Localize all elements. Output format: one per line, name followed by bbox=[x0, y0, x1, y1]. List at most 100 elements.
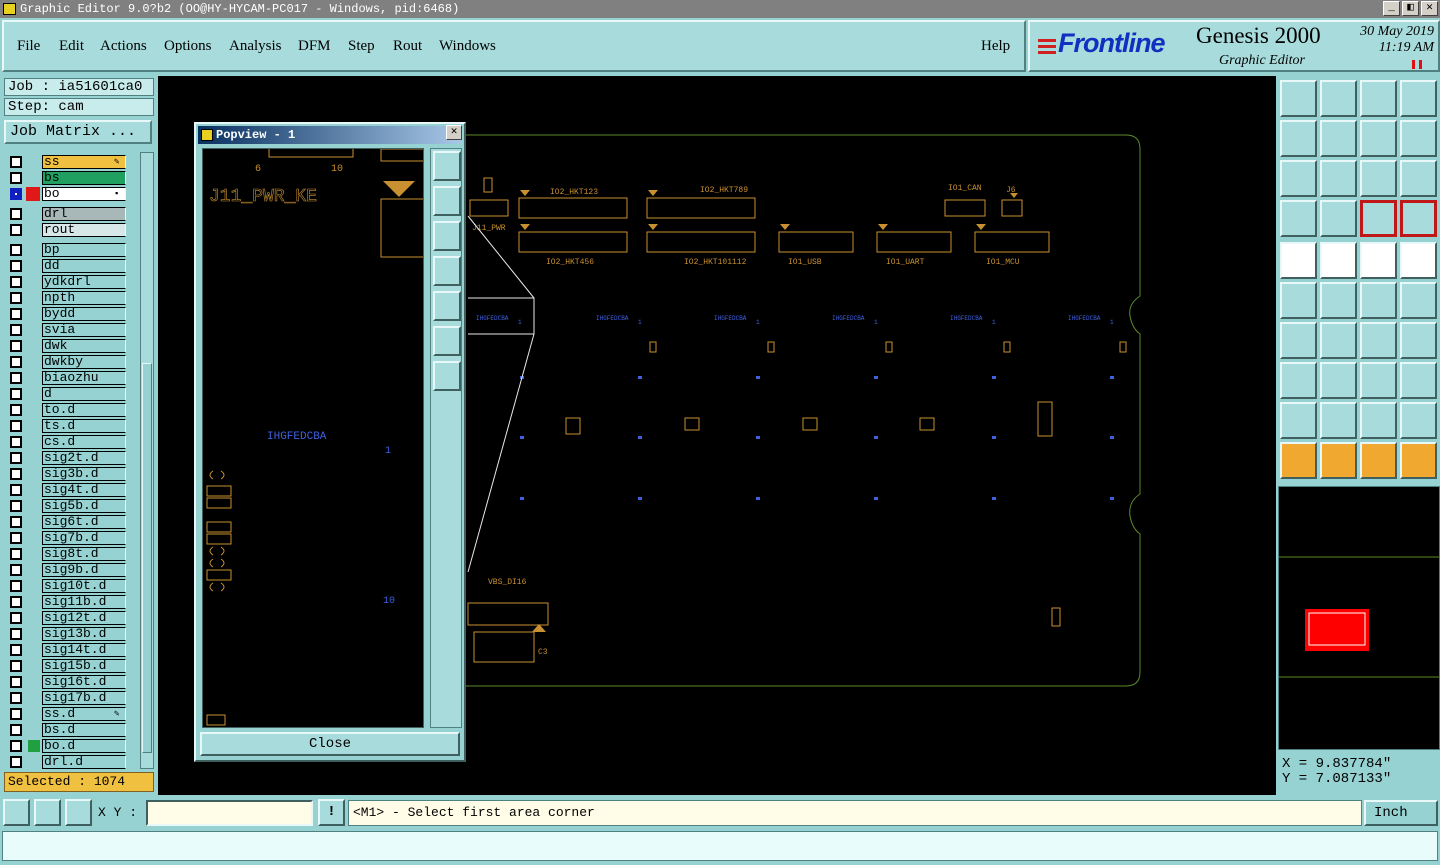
layer-row[interactable]: ss.d ✎ bbox=[6, 706, 127, 722]
layer-row[interactable]: biaozhu bbox=[6, 370, 127, 386]
layer-row[interactable]: sig8t.d bbox=[6, 546, 127, 562]
layer-row[interactable]: sig3b.d bbox=[6, 466, 127, 482]
overview-map[interactable] bbox=[1278, 486, 1440, 750]
snap-icon[interactable] bbox=[3, 799, 30, 826]
split-view-icon[interactable] bbox=[1400, 80, 1437, 117]
popview-pan-up-icon[interactable] bbox=[433, 186, 461, 216]
layer-row[interactable]: to.d bbox=[6, 402, 127, 418]
layer-row[interactable]: bo ▪ bbox=[6, 186, 127, 202]
popview-zoom-out-icon[interactable] bbox=[433, 326, 461, 356]
layer-label[interactable]: sig12t.d bbox=[42, 611, 126, 625]
menu-analysis[interactable]: Analysis bbox=[229, 38, 282, 55]
layer-label[interactable]: sig9b.d bbox=[42, 563, 126, 577]
layer-checkbox[interactable] bbox=[10, 356, 22, 368]
pan-left-icon[interactable] bbox=[1280, 120, 1317, 157]
layer-row[interactable]: bs bbox=[6, 170, 127, 186]
scale-one-icon[interactable] bbox=[1360, 160, 1397, 197]
layer-checkbox[interactable] bbox=[10, 340, 22, 352]
layer-label[interactable]: dd bbox=[42, 259, 126, 273]
layer-checkbox[interactable] bbox=[10, 724, 22, 736]
alert-button[interactable]: ! bbox=[318, 799, 345, 826]
layer-label[interactable]: sig10t.d bbox=[42, 579, 126, 593]
layer-checkbox[interactable] bbox=[10, 292, 22, 304]
layer-checkbox[interactable] bbox=[10, 484, 22, 496]
layer-label[interactable]: sig13b.d bbox=[42, 627, 126, 641]
layer-checkbox[interactable] bbox=[10, 260, 22, 272]
layer-label[interactable]: bs.d bbox=[42, 723, 126, 737]
move-icon[interactable] bbox=[1280, 362, 1317, 399]
layer-row[interactable]: sig2t.d bbox=[6, 450, 127, 466]
layer-checkbox[interactable] bbox=[10, 532, 22, 544]
layer-row[interactable]: sig11b.d bbox=[6, 594, 127, 610]
layers-alt-icon[interactable] bbox=[1400, 200, 1437, 237]
redraw-icon[interactable] bbox=[1360, 120, 1397, 157]
layer-label[interactable]: cs.d bbox=[42, 435, 126, 449]
layer-checkbox[interactable] bbox=[10, 628, 22, 640]
menu-options[interactable]: Options bbox=[164, 38, 212, 55]
layer-checkbox[interactable] bbox=[10, 188, 22, 200]
dimension-icon[interactable] bbox=[1360, 362, 1397, 399]
popview-zoom-in-icon[interactable] bbox=[433, 361, 461, 391]
angle-icon[interactable] bbox=[1280, 322, 1317, 359]
layer-row[interactable]: rout bbox=[6, 222, 127, 238]
layer-checkbox[interactable] bbox=[10, 548, 22, 560]
layer-row[interactable]: dwk bbox=[6, 338, 127, 354]
layer-checkbox[interactable] bbox=[10, 388, 22, 400]
close-window-button[interactable]: ✕ bbox=[1421, 1, 1438, 16]
layer-label[interactable]: bp bbox=[42, 243, 126, 257]
layer-checkbox[interactable] bbox=[10, 708, 22, 720]
layer-checkbox[interactable] bbox=[10, 692, 22, 704]
layer-label[interactable]: sig3b.d bbox=[42, 467, 126, 481]
layer-checkbox[interactable] bbox=[10, 372, 22, 384]
connect-icon[interactable] bbox=[1360, 282, 1397, 319]
layer-label[interactable]: sig17b.d bbox=[42, 691, 126, 705]
menu-step[interactable]: Step bbox=[348, 38, 375, 55]
home-icon[interactable] bbox=[1280, 80, 1317, 117]
layer-row[interactable]: npth bbox=[6, 290, 127, 306]
layer-label[interactable]: sig11b.d bbox=[42, 595, 126, 609]
menu-windows[interactable]: Windows bbox=[439, 38, 496, 55]
layer-row[interactable]: bp bbox=[6, 242, 127, 258]
layer-label[interactable]: dwkby bbox=[42, 355, 126, 369]
layer-row[interactable]: ydkdrl bbox=[6, 274, 127, 290]
zoom-fit-icon[interactable] bbox=[1280, 160, 1317, 197]
house-view-icon[interactable] bbox=[1360, 80, 1397, 117]
triangle-b-icon[interactable] bbox=[1360, 402, 1397, 439]
layer-row[interactable]: d bbox=[6, 386, 127, 402]
layer-row[interactable]: dd bbox=[6, 258, 127, 274]
layer-label[interactable]: dwk bbox=[42, 339, 126, 353]
triangle-icon[interactable] bbox=[1280, 402, 1317, 439]
layer-label[interactable]: to.d bbox=[42, 403, 126, 417]
layer-row[interactable]: bs.d bbox=[6, 722, 127, 738]
layer-checkbox[interactable] bbox=[10, 224, 22, 236]
layer-label[interactable]: bs bbox=[42, 171, 126, 185]
layer-row[interactable]: sig13b.d bbox=[6, 626, 127, 642]
layer-checkbox[interactable] bbox=[10, 740, 22, 752]
popview-zoom-home-icon[interactable] bbox=[433, 151, 461, 181]
layer-checkbox[interactable] bbox=[10, 172, 22, 184]
popview-close-icon[interactable]: ✕ bbox=[446, 125, 462, 140]
triangle-alt-icon[interactable] bbox=[1320, 402, 1357, 439]
minimize-button[interactable]: _ bbox=[1383, 1, 1400, 16]
layer-row[interactable]: dwkby bbox=[6, 354, 127, 370]
layer-row[interactable]: sig15b.d bbox=[6, 658, 127, 674]
layer-row[interactable]: sig6t.d bbox=[6, 514, 127, 530]
layer-label[interactable]: sig8t.d bbox=[42, 547, 126, 561]
layer-row[interactable]: sig10t.d bbox=[6, 578, 127, 594]
layer-checkbox[interactable] bbox=[10, 276, 22, 288]
popview-pan-left-icon[interactable] bbox=[433, 256, 461, 286]
popview-pan-right-icon[interactable] bbox=[433, 291, 461, 321]
layer-checkbox[interactable] bbox=[10, 156, 22, 168]
group-icon[interactable] bbox=[1400, 362, 1437, 399]
layer-label[interactable]: sig16t.d bbox=[42, 675, 126, 689]
layer-checkbox[interactable] bbox=[10, 308, 22, 320]
layer-row[interactable]: bo.d bbox=[6, 738, 127, 754]
select-icon[interactable] bbox=[1280, 442, 1317, 479]
layer-checkbox[interactable] bbox=[10, 208, 22, 220]
select-alt-icon[interactable] bbox=[1360, 442, 1397, 479]
layer-checkbox[interactable] bbox=[10, 404, 22, 416]
layer-row[interactable]: ts.d bbox=[6, 418, 127, 434]
layer-checkbox[interactable] bbox=[10, 420, 22, 432]
menu-edit[interactable]: Edit bbox=[59, 38, 84, 55]
slash-icon[interactable] bbox=[1320, 322, 1357, 359]
